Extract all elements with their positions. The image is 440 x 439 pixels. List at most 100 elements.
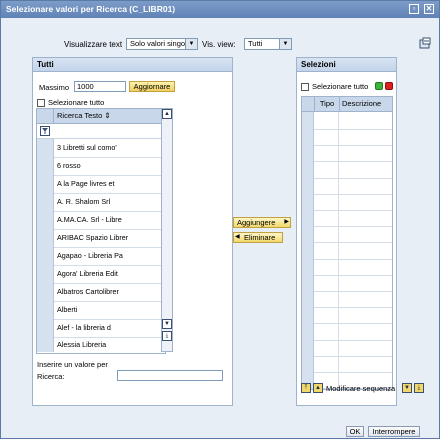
move-down-icon[interactable]: ▼ <box>402 383 412 393</box>
cancel-button[interactable]: Interrompere <box>368 426 420 437</box>
type-cell[interactable] <box>314 144 339 162</box>
display-mode-select[interactable]: Solo valori singoli ▼ <box>126 38 198 50</box>
table-row[interactable]: 6 rosso <box>37 157 165 176</box>
type-cell[interactable] <box>314 355 339 372</box>
row-text: Albatros Cartolibrer <box>57 287 119 296</box>
type-cell[interactable] <box>314 112 339 129</box>
all-values-panel: Tutti Massimo 1000 Aggiornare Selezionar… <box>32 57 233 406</box>
row-selector[interactable] <box>302 241 314 259</box>
row-selector[interactable] <box>302 160 314 178</box>
exclude-icon[interactable] <box>385 82 393 90</box>
settings-icon[interactable] <box>419 37 431 49</box>
row-selector[interactable] <box>37 193 54 211</box>
max-hits-input[interactable]: 1000 <box>74 81 126 92</box>
description-column-header[interactable]: Descrizione <box>342 97 381 111</box>
type-cell[interactable] <box>314 257 339 275</box>
filter-icon[interactable] <box>40 126 50 136</box>
row-selector[interactable] <box>37 337 54 352</box>
type-cell[interactable] <box>314 306 339 324</box>
type-cell[interactable] <box>314 176 339 194</box>
row-selector[interactable] <box>37 283 54 301</box>
type-cell[interactable] <box>314 160 339 178</box>
row-selector[interactable] <box>302 128 314 146</box>
add-button[interactable]: Aggiungere ▶ <box>233 217 291 228</box>
type-cell[interactable] <box>314 225 339 243</box>
row-selector[interactable] <box>37 319 54 337</box>
table-row[interactable]: A la Page livres et <box>37 175 165 194</box>
select-column-header[interactable] <box>37 109 54 123</box>
row-selector[interactable] <box>302 338 314 356</box>
row-selector[interactable] <box>302 322 314 340</box>
table-row[interactable]: Alessia Libreria <box>37 337 165 352</box>
type-cell[interactable] <box>314 322 339 340</box>
table-row[interactable]: Agora' Libreria Edit <box>37 265 165 284</box>
row-selector[interactable] <box>302 306 314 324</box>
window-title: Selezionare valori per Ricerca (C_LIBR01… <box>6 4 176 14</box>
display-label: Visualizzare text <box>64 40 123 49</box>
row-selector[interactable] <box>37 139 54 157</box>
select-all-label: Selezionare tutto <box>312 82 369 91</box>
scroll-down-icon[interactable]: ▼ <box>162 319 172 329</box>
type-cell[interactable] <box>314 290 339 308</box>
row-selector[interactable] <box>302 112 314 129</box>
row-text: ARIBAC Spazio Librer <box>57 233 129 242</box>
select-all-checkbox[interactable] <box>37 99 45 107</box>
row-text: 6 rosso <box>57 161 81 170</box>
update-button[interactable]: Aggiornare <box>129 81 175 92</box>
type-cell[interactable] <box>314 338 339 356</box>
remove-button[interactable]: ◀ Eliminare <box>233 232 283 243</box>
row-text: Agora' Libreria Edit <box>57 269 118 278</box>
move-up-icon[interactable]: ▲ <box>313 383 323 393</box>
search-label: Ricerca: <box>37 372 65 381</box>
move-to-bottom-icon[interactable]: ⤓ <box>414 383 424 393</box>
row-selector[interactable] <box>302 209 314 227</box>
table-row[interactable]: Albatros Cartolibrer <box>37 283 165 302</box>
row-selector[interactable] <box>302 193 314 210</box>
table-row[interactable]: Alef - la libreria d <box>37 319 165 338</box>
values-scrollbar[interactable]: ▲ ▼ ⤓ <box>161 108 173 352</box>
row-selector[interactable] <box>302 144 314 162</box>
row-selector[interactable] <box>37 247 54 265</box>
type-column-header[interactable]: Tipo <box>314 97 340 111</box>
table-row[interactable]: A. R. Shalom Srl <box>37 193 165 212</box>
table-row[interactable]: ARIBAC Spazio Librer <box>37 229 165 248</box>
type-cell[interactable] <box>314 241 339 259</box>
row-selector[interactable] <box>302 355 314 372</box>
type-cell[interactable] <box>314 193 339 210</box>
search-text-column-header[interactable]: Ricerca Testo ⇕ <box>57 109 111 123</box>
include-icon[interactable] <box>375 82 383 90</box>
row-text: 3 Libretti sul como' <box>57 143 117 152</box>
table-row[interactable]: 3 Libretti sul como' <box>37 139 165 158</box>
select-all-checkbox[interactable] <box>301 83 309 91</box>
row-selector[interactable] <box>37 301 54 319</box>
row-text: A.MA.CA. Srl - Libre <box>57 215 122 224</box>
type-cell[interactable] <box>314 209 339 227</box>
row-selector[interactable] <box>302 290 314 308</box>
close-icon[interactable]: ✕ <box>424 4 434 14</box>
view-select[interactable]: Tutti ▼ <box>244 38 292 50</box>
row-selector[interactable] <box>302 274 314 291</box>
move-to-top-icon[interactable]: ⤒ <box>301 383 311 393</box>
add-label: Aggiungere <box>237 218 276 227</box>
table-row[interactable]: Alberti <box>37 301 165 320</box>
scroll-end-icon[interactable]: ⤓ <box>162 331 172 341</box>
all-values-title: Tutti <box>33 58 232 72</box>
row-selector[interactable] <box>37 157 54 175</box>
chevron-left-icon: ◀ <box>235 234 240 240</box>
row-selector[interactable] <box>37 175 54 193</box>
scroll-up-icon[interactable]: ▲ <box>162 109 172 119</box>
table-row[interactable]: Agapao - Libreria Pa <box>37 247 165 266</box>
row-selector[interactable] <box>37 265 54 283</box>
row-selector[interactable] <box>302 225 314 243</box>
table-row[interactable]: A.MA.CA. Srl - Libre <box>37 211 165 230</box>
row-selector[interactable] <box>37 229 54 247</box>
search-value-input[interactable] <box>117 370 223 381</box>
view-value: Tutti <box>248 39 263 48</box>
type-cell[interactable] <box>314 274 339 291</box>
restore-icon[interactable]: ▫ <box>409 4 419 14</box>
ok-button[interactable]: OK <box>346 426 364 437</box>
row-selector[interactable] <box>302 176 314 194</box>
row-selector[interactable] <box>302 257 314 275</box>
row-selector[interactable] <box>37 211 54 229</box>
type-cell[interactable] <box>314 128 339 146</box>
